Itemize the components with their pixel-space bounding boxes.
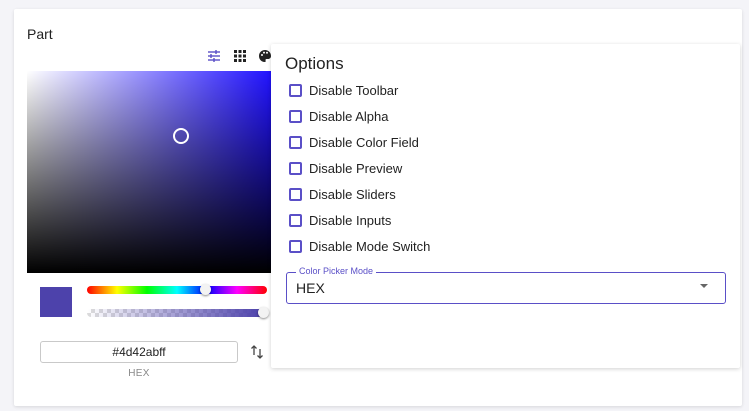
color-picker-mode-value: HEX (296, 280, 325, 296)
palette-icon (259, 50, 271, 62)
options-title: Options (285, 54, 344, 73)
color-picker-mode-select[interactable] (286, 272, 726, 304)
option-disable-mode-switch[interactable]: Disable Mode Switch (289, 237, 430, 255)
color-field-cursor[interactable] (173, 128, 189, 144)
option-disable-alpha[interactable]: Disable Alpha (289, 107, 389, 125)
hue-slider[interactable] (87, 284, 267, 295)
alpha-slider-thumb[interactable] (257, 307, 269, 318)
option-label: Disable Color Field (309, 134, 419, 150)
sliders-mode-button[interactable] (206, 48, 222, 64)
color-picker-mode-label: Color Picker Mode (296, 266, 377, 276)
dropdown-arrow-icon[interactable] (700, 284, 708, 288)
sliders-icon (208, 50, 220, 62)
color-preview-swatch (40, 287, 72, 317)
checkbox[interactable] (289, 161, 302, 175)
alpha-slider[interactable] (87, 307, 269, 318)
option-disable-inputs[interactable]: Disable Inputs (289, 211, 391, 229)
hue-slider-thumb[interactable] (200, 284, 212, 295)
swap-vertical-icon (251, 345, 263, 359)
checkbox[interactable] (289, 239, 302, 253)
swap-format-button[interactable] (250, 344, 266, 360)
option-disable-color-field[interactable]: Disable Color Field (289, 133, 419, 151)
checkbox[interactable] (289, 109, 302, 123)
option-label: Disable Inputs (309, 212, 392, 228)
hex-input-label: HEX (128, 368, 150, 379)
hex-input[interactable]: #4d42abff (40, 341, 238, 363)
part-title: Part (27, 26, 53, 42)
option-disable-preview[interactable]: Disable Preview (289, 159, 402, 177)
option-disable-toolbar[interactable]: Disable Toolbar (289, 81, 398, 99)
option-label: Disable Alpha (309, 108, 389, 124)
swatches-mode-button[interactable] (232, 48, 248, 64)
checkbox[interactable] (289, 187, 302, 201)
option-label: Disable Preview (309, 160, 403, 176)
saturation-value-field[interactable] (27, 71, 279, 273)
option-label: Disable Toolbar (309, 82, 399, 98)
option-disable-sliders[interactable]: Disable Sliders (289, 185, 396, 203)
option-label: Disable Sliders (309, 186, 396, 202)
grid-icon (234, 50, 246, 62)
option-label: Disable Mode Switch (309, 238, 431, 254)
checkbox[interactable] (289, 213, 302, 227)
checkbox[interactable] (289, 135, 302, 149)
checkbox[interactable] (289, 83, 302, 97)
